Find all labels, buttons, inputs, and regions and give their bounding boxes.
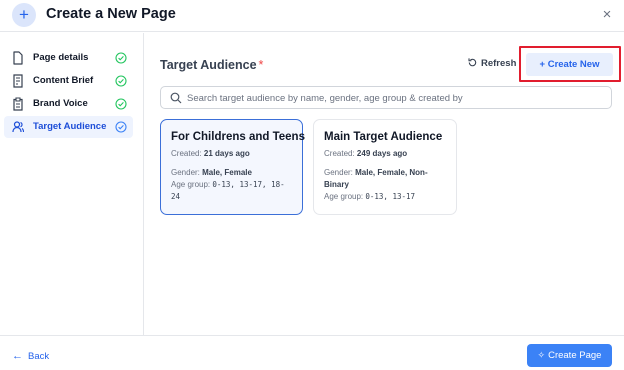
age-line: Age group: 0-13, 13-17, 18-24 (171, 179, 292, 203)
audience-card-main[interactable]: Main Target Audience Created: 249 days a… (313, 119, 457, 215)
gender-line: Gender: Male, Female (171, 167, 292, 179)
created-label: Created: (171, 149, 202, 158)
gender-value: Male, Female (202, 168, 252, 177)
back-label: Back (28, 351, 50, 362)
section-title-text: Target Audience (160, 58, 257, 72)
plus-icon: + (12, 3, 36, 27)
close-button[interactable]: × (600, 7, 614, 22)
step-label: Target Audience (33, 121, 107, 132)
refresh-button[interactable]: Refresh (467, 57, 516, 73)
brief-icon (13, 74, 23, 88)
card-created: Created: 21 days ago (171, 149, 292, 159)
gender-label: Gender: (324, 168, 353, 177)
age-label: Age group: (324, 192, 364, 201)
check-circle-icon (115, 52, 127, 64)
created-value: 21 days ago (203, 149, 250, 158)
arrow-left-icon: ← (12, 350, 23, 362)
card-details: Gender: Male, Female Age group: 0-13, 13… (171, 167, 292, 203)
file-icon (13, 51, 23, 65)
age-label: Age group: (171, 180, 211, 189)
card-created: Created: 249 days ago (324, 149, 446, 159)
steps-sidebar: Page details Content Brief Brand Voice T… (0, 33, 144, 335)
age-value: 0-13, 13-17 (365, 192, 416, 201)
refresh-icon (468, 58, 477, 67)
gender-line: Gender: Male, Female, Non-Binary (324, 167, 446, 191)
created-label: Created: (324, 149, 355, 158)
create-page-button[interactable]: ✧ Create Page (527, 344, 612, 367)
step-label: Content Brief (33, 75, 94, 86)
modal-header: + Create a New Page × (0, 0, 624, 32)
gender-label: Gender: (171, 168, 200, 177)
audience-card-childrens-teens[interactable]: For Childrens and Teens Created: 21 days… (160, 119, 305, 215)
create-new-button[interactable]: + Create New (526, 53, 613, 76)
card-title: For Childrens and Teens (171, 131, 305, 143)
create-page-label: Create Page (548, 350, 602, 361)
check-circle-icon (115, 98, 127, 110)
check-circle-icon (115, 75, 127, 87)
search-icon (170, 92, 182, 104)
step-label: Brand Voice (33, 98, 88, 109)
search-input[interactable] (187, 90, 607, 106)
back-button[interactable]: ← Back (12, 350, 49, 362)
search-bar (160, 86, 612, 109)
step-brand-voice[interactable]: Brand Voice (4, 93, 133, 115)
card-details: Gender: Male, Female, Non-Binary Age gro… (324, 167, 446, 203)
card-title: Main Target Audience (324, 131, 443, 143)
sparkle-icon: ✧ (537, 350, 546, 360)
section-title: Target Audience * (160, 58, 263, 72)
created-value: 249 days ago (356, 149, 408, 158)
users-icon (12, 121, 24, 133)
clipboard-icon (13, 97, 23, 111)
step-label: Page details (33, 52, 89, 63)
required-mark: * (258, 58, 264, 72)
step-page-details[interactable]: Page details (4, 47, 133, 69)
modal-footer: ← Back ✧ Create Page (0, 335, 624, 370)
age-line: Age group: 0-13, 13-17 (324, 191, 446, 203)
check-circle-icon (115, 121, 127, 133)
step-target-audience[interactable]: Target Audience (4, 116, 133, 138)
step-content-brief[interactable]: Content Brief (4, 70, 133, 92)
refresh-label: Refresh (481, 58, 517, 69)
modal-title: Create a New Page (46, 6, 176, 22)
